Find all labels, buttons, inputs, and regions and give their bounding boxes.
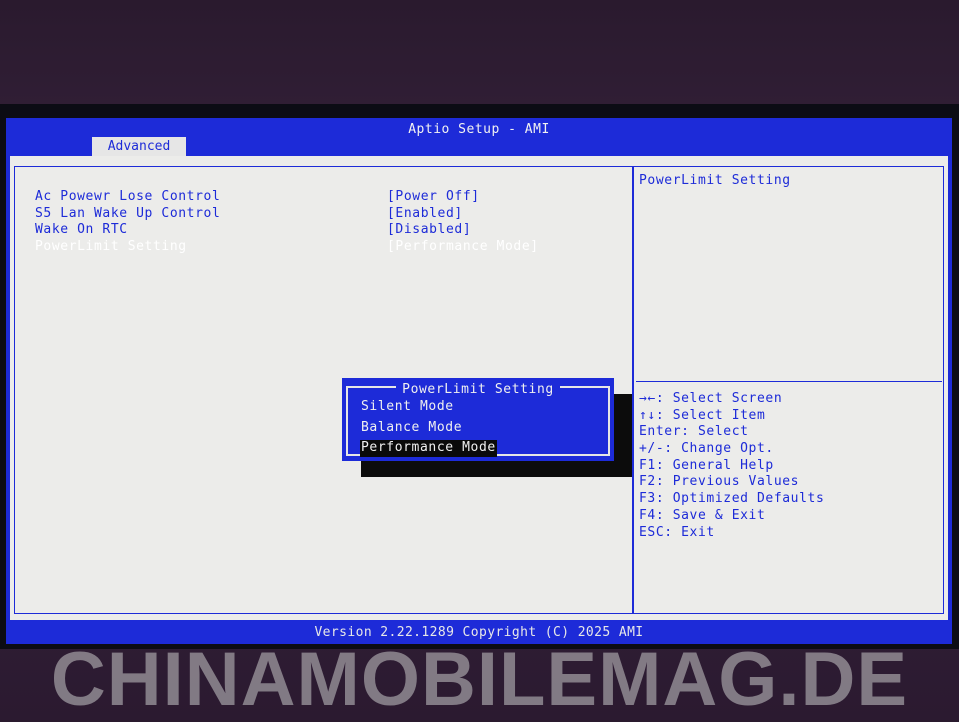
option-performance-mode[interactable]: Performance Mode [360,440,497,458]
key-hint: Enter: Select [639,424,749,440]
key-hint: F2: Previous Values [639,474,800,490]
key-hint: F4: Save & Exit [639,507,766,523]
key-hint: →←: Select Screen [639,391,783,406]
powerlimit-popup: PowerLimit Setting Silent Mode Balance M… [342,378,614,461]
setting-row-powerlimit[interactable]: PowerLimit Setting [Performance Mode] [35,239,615,256]
help-divider [636,381,942,382]
key-hint: F1: General Help [639,457,774,473]
main-panel: Ac Powewr Lose Control [Power Off] S5 La… [10,156,948,620]
setting-label: Ac Powewr Lose Control [35,189,221,204]
option-silent-mode[interactable]: Silent Mode [360,399,455,416]
setting-row-s5-lan-wake[interactable]: S5 Lan Wake Up Control [Enabled] [35,206,615,223]
setting-label: S5 Lan Wake Up Control [35,205,221,221]
key-hint: ESC: Exit [639,524,715,540]
setting-value[interactable]: [Enabled] [387,206,463,221]
tab-advanced[interactable]: Advanced [92,137,186,156]
key-hint: ↑↓: Select Item [639,407,766,423]
vertical-divider [632,166,634,614]
setting-label: PowerLimit Setting [35,238,187,254]
setting-value[interactable]: [Power Off] [387,189,480,204]
settings-list: Ac Powewr Lose Control [Power Off] S5 La… [35,189,615,255]
setting-value[interactable]: [Performance Mode] [387,239,539,254]
setting-label: Wake On RTC [35,222,128,237]
setting-row-ac-power-loss[interactable]: Ac Powewr Lose Control [Power Off] [35,189,615,206]
key-hint: F3: Optimized Defaults [639,491,825,507]
key-legend: →←: Select Screen ↑↓: Select Item Enter:… [639,391,824,541]
watermark-text: CHINAMOBILEMAG.DE [50,637,909,722]
popup-options: Silent Mode Balance Mode Performance Mod… [360,395,497,458]
title-bar: Aptio Setup - AMI Advanced [6,118,952,156]
key-hint: +/-: Change Opt. [639,441,774,457]
setting-value[interactable]: [Disabled] [387,222,471,237]
bios-screen: Aptio Setup - AMI Advanced Ac Powewr Los… [6,118,952,644]
setting-row-wake-on-rtc[interactable]: Wake On RTC [Disabled] [35,222,615,239]
option-balance-mode[interactable]: Balance Mode [360,420,463,437]
help-text: PowerLimit Setting [639,173,791,188]
app-title: Aptio Setup - AMI [408,122,550,137]
